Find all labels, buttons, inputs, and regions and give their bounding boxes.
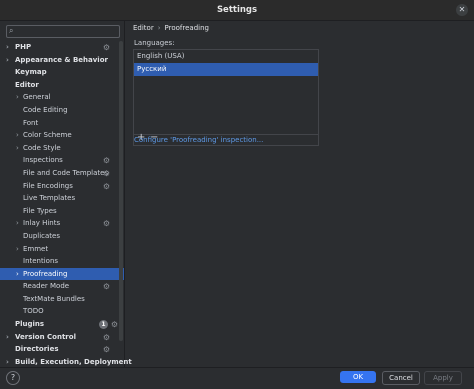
- sidebar-item-label: Version Control: [15, 332, 76, 341]
- search-input[interactable]: ⌕: [6, 25, 120, 38]
- sidebar-item-textmate-bundles[interactable]: TextMate Bundles: [0, 293, 124, 306]
- apply-button[interactable]: Apply: [424, 371, 462, 385]
- breadcrumb: Editor › Proofreading: [133, 24, 209, 32]
- breadcrumb-chevron-icon: ›: [157, 24, 161, 32]
- sidebar-item-label: Plugins: [15, 320, 45, 329]
- sidebar-item-plugins[interactable]: Plugins 1 ⚙: [0, 318, 124, 331]
- breadcrumb-editor[interactable]: Editor: [133, 24, 154, 32]
- sidebar-item-emmet[interactable]: › Emmet: [0, 243, 124, 256]
- settings-sidebar: ⌕ › PHP ⚙ › Appearance & Behavior Keymap Edito…: [0, 21, 132, 368]
- close-button[interactable]: ✕: [456, 4, 468, 16]
- breadcrumb-proofreading: Proofreading: [164, 24, 209, 32]
- sidebar-item-label: Font: [23, 118, 39, 127]
- sidebar-item-general[interactable]: › General: [0, 91, 124, 104]
- sidebar-item-label: Editor: [15, 80, 39, 89]
- chevron-right-icon[interactable]: ›: [6, 331, 9, 344]
- sidebar-item-file-encodings[interactable]: File Encodings ⚙: [0, 180, 124, 193]
- language-item-english[interactable]: English (USA): [134, 50, 318, 63]
- sidebar-item-duplicates[interactable]: Duplicates: [0, 230, 124, 243]
- sidebar-item-editor[interactable]: Editor: [0, 79, 124, 92]
- chevron-right-icon[interactable]: ›: [16, 129, 19, 142]
- chevron-right-icon[interactable]: ›: [6, 41, 9, 54]
- language-item-russian[interactable]: Русский: [134, 63, 318, 76]
- sidebar-item-label: Appearance & Behavior: [15, 55, 108, 64]
- sidebar-item-label: File Types: [23, 206, 57, 215]
- chevron-right-icon[interactable]: ›: [6, 54, 9, 67]
- sidebar-scrollbar[interactable]: [119, 41, 123, 341]
- sidebar-item-reader-mode[interactable]: Reader Mode ⚙: [0, 280, 124, 293]
- settings-tree: › PHP ⚙ › Appearance & Behavior Keymap Editor ›…: [0, 41, 132, 368]
- ok-button[interactable]: OK: [340, 371, 376, 383]
- sidebar-item-label: File Encodings: [23, 181, 73, 190]
- sidebar-item-directories[interactable]: Directories ⚙: [0, 343, 124, 356]
- languages-list[interactable]: English (USA) Русский: [133, 49, 319, 135]
- sidebar-item-label: TextMate Bundles: [23, 294, 85, 303]
- languages-label: Languages:: [134, 39, 175, 47]
- sidebar-item-label: General: [23, 93, 51, 102]
- sidebar-item-label: Live Templates: [23, 194, 76, 203]
- sidebar-item-version-control[interactable]: › Version Control ⚙: [0, 331, 124, 344]
- sidebar-item-file-types[interactable]: File Types: [0, 205, 124, 218]
- content-panel: Editor › Proofreading Languages: English (…: [125, 21, 474, 367]
- sidebar-item-label: Directories: [15, 345, 59, 354]
- sidebar-item-label: Reader Mode: [23, 282, 70, 291]
- dialog-footer: ? OK Cancel Apply: [0, 367, 474, 389]
- sidebar-item-label: Code Style: [23, 143, 61, 152]
- sidebar-item-color-scheme[interactable]: › Color Scheme: [0, 129, 124, 142]
- sidebar-item-label: Keymap: [15, 68, 47, 77]
- sidebar-item-live-templates[interactable]: Live Templates: [0, 192, 124, 205]
- sidebar-item-code-editing[interactable]: Code Editing: [0, 104, 124, 117]
- sidebar-item-inspections[interactable]: Inspections ⚙: [0, 154, 124, 167]
- sidebar-item-proofreading[interactable]: › Proofreading: [0, 267, 124, 281]
- sidebar-item-php[interactable]: › PHP ⚙: [0, 41, 124, 54]
- sidebar-item-label: Duplicates: [23, 231, 60, 240]
- sidebar-item-file-and-code-templates[interactable]: File and Code Templates ⚙: [0, 167, 124, 180]
- sidebar-item-label: Emmet: [23, 244, 49, 253]
- chevron-right-icon[interactable]: ›: [16, 243, 19, 256]
- sidebar-item-label: Intentions: [23, 257, 59, 266]
- chevron-right-icon[interactable]: ›: [16, 217, 19, 230]
- cancel-button[interactable]: Cancel: [382, 371, 420, 385]
- sidebar-item-label: Inlay Hints: [23, 219, 61, 228]
- sidebar-item-intentions[interactable]: Intentions: [0, 255, 124, 268]
- sidebar-item-todo[interactable]: TODO: [0, 305, 124, 318]
- window-title: Settings: [216, 5, 258, 15]
- plugins-badge: 1: [99, 320, 108, 330]
- sidebar-item-code-style[interactable]: › Code Style: [0, 142, 124, 155]
- sidebar-item-font[interactable]: Font: [0, 117, 124, 130]
- sidebar-item-label: TODO: [23, 307, 44, 316]
- chevron-right-icon[interactable]: ›: [16, 268, 19, 281]
- chevron-right-icon[interactable]: ›: [16, 142, 19, 155]
- sidebar-item-label: Inspections: [23, 156, 63, 165]
- sidebar-item-keymap[interactable]: Keymap: [0, 66, 124, 79]
- sidebar-item-inlay-hints[interactable]: › Inlay Hints ⚙: [0, 217, 124, 230]
- sidebar-item-label: File and Code Templates: [23, 168, 109, 177]
- help-button[interactable]: ?: [6, 371, 20, 385]
- search-icon: ⌕: [9, 26, 14, 35]
- sidebar-item-label: Proofreading: [23, 269, 68, 278]
- configure-inspection-link[interactable]: Configure 'Proofreading' inspection...: [134, 136, 263, 144]
- chevron-right-icon[interactable]: ›: [16, 91, 19, 104]
- sidebar-item-appearance-behavior[interactable]: › Appearance & Behavior: [0, 54, 124, 67]
- sidebar-item-label: Color Scheme: [23, 131, 72, 140]
- title-bar: Settings ✕: [0, 0, 474, 21]
- sidebar-item-label: PHP: [15, 43, 32, 51]
- sidebar-item-label: Code Editing: [23, 105, 68, 114]
